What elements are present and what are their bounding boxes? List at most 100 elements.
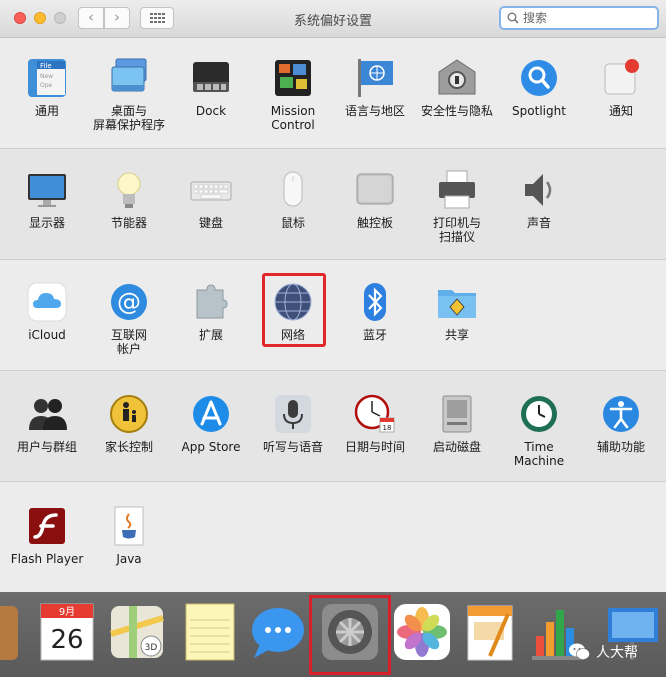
pages-icon[interactable] [460,600,524,664]
pref-desktop-screensaver[interactable]: 桌面与 屏幕保护程序 [88,56,170,132]
pref-label: Flash Player [10,552,84,566]
pref-energy-saver[interactable]: 节能器 [88,168,170,230]
pref-label: 触控板 [356,216,393,230]
svg-text:3D: 3D [145,643,158,653]
pref-label: 桌面与 屏幕保护程序 [92,104,165,132]
security-privacy-icon [435,56,479,100]
bluetooth-icon [353,280,397,324]
pref-trackpad[interactable]: 触控板 [334,168,416,230]
mouse-icon [271,168,315,212]
pref-label: 鼠标 [280,216,305,230]
svg-text:@: @ [117,288,141,316]
pref-sharing[interactable]: 共享 [416,280,498,342]
pref-startup-disk[interactable]: 启动磁盘 [416,392,498,454]
photos-icon[interactable] [390,600,454,664]
dictation-speech-icon [271,392,315,436]
pref-label: 互联网 帐户 [110,328,147,356]
general-icon: File New Ope [25,56,69,100]
pref-label: 通用 [34,104,59,118]
pref-label: Mission Control [270,104,316,132]
pref-extensions[interactable]: 扩展 [170,280,252,342]
pref-java[interactable]: Java [88,504,170,566]
pref-language-region[interactable]: 语言与地区 [334,56,416,118]
startup-disk-icon [435,392,479,436]
date-time-icon: 18 [353,392,397,436]
maps-icon[interactable]: 3D [105,600,169,664]
pref-sound[interactable]: 声音 [498,168,580,230]
pref-label: 启动磁盘 [432,440,481,454]
pref-bluetooth[interactable]: 蓝牙 [334,280,416,342]
svg-text:Ope: Ope [40,82,53,89]
pref-displays[interactable]: 显示器 [6,168,88,230]
trackpad-icon [353,168,397,212]
svg-text:File: File [40,62,52,70]
pref-label: iCloud [28,328,66,342]
pref-label: Spotlight [512,104,566,118]
pref-label: Time Machine [513,440,565,468]
mission-control-icon [271,56,315,100]
users-groups-icon [25,392,69,436]
pref-flash-player[interactable]: Flash Player [6,504,88,566]
pref-general[interactable]: File New Ope 通用 [6,56,88,118]
pref-dictation-speech[interactable]: 听写与语音 [252,392,334,454]
pref-label: 用户与群组 [16,440,77,454]
pref-date-time[interactable]: 18 日期与时间 [334,392,416,454]
pref-label: 通知 [608,104,633,118]
messages-icon[interactable] [246,600,310,664]
time-machine-icon [517,392,561,436]
internet-accounts-icon: @ [107,280,151,324]
search-field[interactable] [499,6,659,30]
pref-label: 语言与地区 [344,104,405,118]
notes-icon[interactable] [178,600,242,664]
search-input[interactable] [523,10,651,26]
pref-mouse[interactable]: 鼠标 [252,168,334,230]
pref-label: 扩展 [198,328,223,342]
watermark-text: 人大帮 [596,645,638,661]
energy-saver-icon [107,168,151,212]
sharing-icon [435,280,479,324]
pref-label: 打印机与 扫描仪 [432,216,481,244]
pref-internet-accounts[interactable]: @ 互联网 帐户 [88,280,170,356]
svg-text:9月: 9月 [59,606,75,618]
pref-time-machine[interactable]: Time Machine [498,392,580,468]
pref-icloud[interactable]: iCloud [6,280,88,342]
watermark: 人大帮 [568,640,638,664]
pref-parental-controls[interactable]: 家长控制 [88,392,170,454]
pref-label: 显示器 [28,216,65,230]
pref-label: 安全性与隐私 [420,104,493,118]
java-icon [107,504,151,548]
window-toolbar: ‹ › 系统偏好设置 [0,0,666,38]
pref-label: Dock [195,104,227,118]
pref-spotlight[interactable]: Spotlight [498,56,580,118]
finder-partial-icon[interactable] [0,600,24,664]
pref-label: 日期与时间 [344,440,405,454]
printers-scanners-icon [435,168,479,212]
wechat-icon [569,643,590,660]
sound-icon [517,168,561,212]
notifications-icon [599,56,643,100]
language-region-icon [353,56,397,100]
pref-notifications[interactable]: 通知 [580,56,662,118]
calendar-icon[interactable]: 9月 26 [35,600,99,664]
pref-label: 蓝牙 [362,328,387,342]
pref-label: 键盘 [198,216,223,230]
pref-keyboard[interactable]: 键盘 [170,168,252,230]
pref-label: 家长控制 [104,440,153,454]
pref-label: 辅助功能 [596,440,645,454]
app-store-icon [189,392,233,436]
keyboard-icon [189,168,233,212]
extensions-icon [189,280,233,324]
svg-text:New: New [40,73,53,80]
parental-controls-icon [107,392,151,436]
pref-security-privacy[interactable]: 安全性与隐私 [416,56,498,118]
pref-label: 节能器 [110,216,147,230]
pref-app-store[interactable]: App Store [170,392,252,454]
pref-printers-scanners[interactable]: 打印机与 扫描仪 [416,168,498,244]
pref-users-groups[interactable]: 用户与群组 [6,392,88,454]
desktop-screensaver-icon [107,56,151,100]
icloud-icon [25,280,69,324]
pref-accessibility[interactable]: 辅助功能 [580,392,662,454]
pref-mission-control[interactable]: Mission Control [252,56,334,132]
pref-label: 声音 [526,216,551,230]
pref-dock[interactable]: Dock [170,56,252,118]
